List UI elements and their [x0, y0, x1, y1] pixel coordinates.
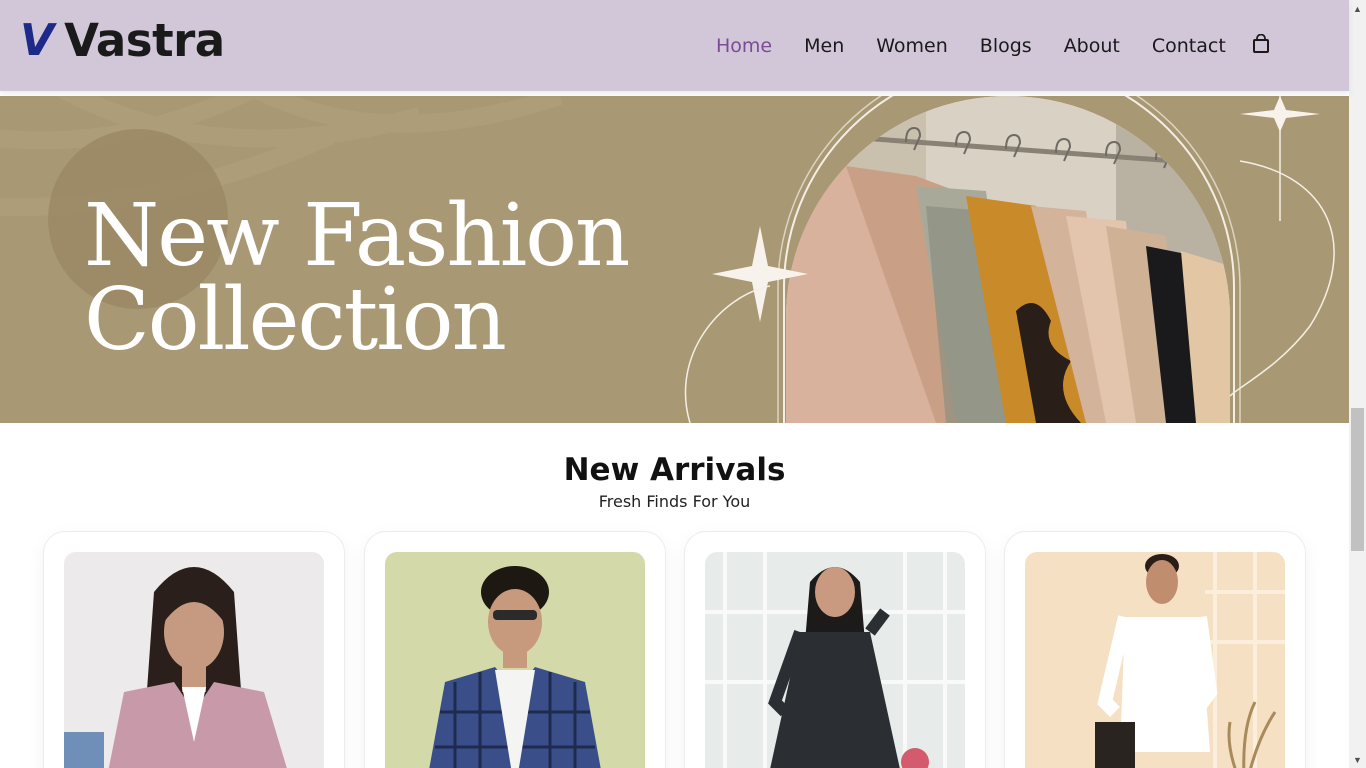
hero-banner[interactable]: New Fashion Collection: [0, 96, 1349, 423]
scroll-down-arrow-icon[interactable]: ▼: [1349, 751, 1366, 768]
product-card[interactable]: [364, 531, 666, 768]
nav-item-home[interactable]: Home: [716, 34, 772, 58]
scroll-up-arrow-icon[interactable]: ▲: [1349, 0, 1366, 17]
sparkle-decoration: [684, 96, 1335, 423]
product-image-woman-black-dress[interactable]: [705, 552, 965, 768]
brand-name: Vastra: [64, 14, 225, 67]
scrollbar-thumb[interactable]: [1351, 408, 1364, 551]
nav-item-men[interactable]: Men: [804, 34, 844, 58]
banner-line-2: Collection: [84, 270, 507, 370]
main-nav: Home Men Women Blogs About Contact: [716, 34, 1258, 58]
product-card[interactable]: [684, 531, 986, 768]
nav-item-women[interactable]: Women: [876, 34, 948, 58]
nav-item-about[interactable]: About: [1064, 34, 1120, 58]
site-header: V Vastra Home Men Women Blogs About Cont…: [0, 0, 1349, 91]
product-card[interactable]: [43, 531, 345, 768]
section-subtitle: Fresh Finds For You: [598, 492, 751, 511]
banner-headline: New Fashion Collection: [84, 186, 630, 370]
product-card[interactable]: [1004, 531, 1306, 768]
nav-item-blogs[interactable]: Blogs: [980, 34, 1032, 58]
section-title: New Arrivals: [563, 452, 786, 488]
logo-mark: V: [20, 14, 54, 66]
nav-item-contact[interactable]: Contact: [1152, 34, 1226, 58]
page-scrollbar[interactable]: ▲ ▼: [1349, 0, 1366, 768]
product-image-woman-pink-jacket[interactable]: [64, 552, 324, 768]
brand-logo[interactable]: V Vastra: [20, 18, 225, 63]
product-image-man-plaid-shirt[interactable]: [385, 552, 645, 768]
banner-line-1: New Fashion: [84, 186, 630, 286]
product-image-man-white-kurta[interactable]: [1025, 552, 1285, 768]
shopping-bag-icon[interactable]: [1251, 33, 1271, 54]
